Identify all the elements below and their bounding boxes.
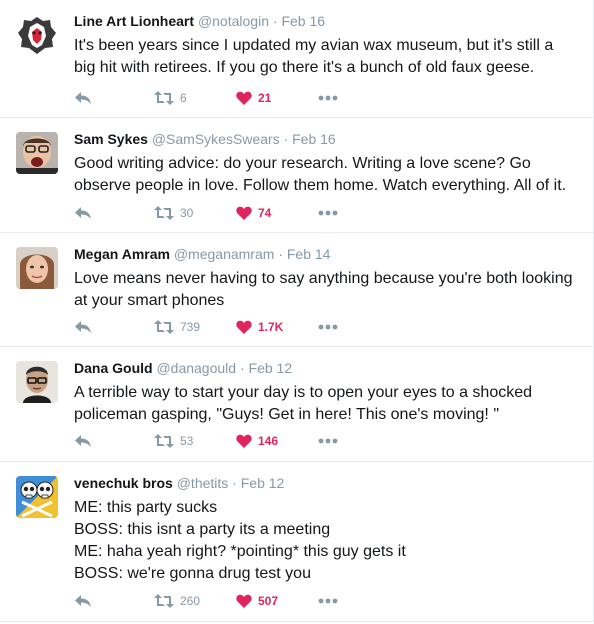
retweet-count: 30 bbox=[180, 206, 194, 220]
tweet[interactable]: venechuk bros @thetits · Feb 12 ME: this… bbox=[0, 462, 593, 622]
reply-button[interactable] bbox=[74, 89, 92, 107]
author-handle[interactable]: @SamSykesSwears bbox=[152, 131, 280, 147]
tweet[interactable]: Line Art Lionheart @notalogin · Feb 16 I… bbox=[0, 0, 593, 118]
tweet-text: Love means never having to say anything … bbox=[74, 268, 579, 312]
author-name[interactable]: Line Art Lionheart bbox=[74, 13, 194, 29]
tweet-text: ME: this party sucks BOSS: this isnt a p… bbox=[74, 497, 579, 585]
tweet-timestamp[interactable]: Feb 16 bbox=[292, 131, 336, 147]
tweet-text-line: Good writing advice: do your research. W… bbox=[74, 155, 531, 172]
more-dots-icon bbox=[318, 598, 338, 604]
author-name[interactable]: Sam Sykes bbox=[74, 131, 148, 147]
retweet-icon bbox=[154, 320, 174, 334]
reply-button[interactable] bbox=[74, 432, 92, 450]
retweet-button[interactable]: 260 bbox=[154, 592, 200, 610]
retweet-count: 6 bbox=[180, 91, 187, 105]
tweet[interactable]: Dana Gould @danagould · Feb 12 A terribl… bbox=[0, 347, 593, 462]
like-count: 21 bbox=[258, 91, 272, 105]
reply-icon bbox=[75, 92, 91, 104]
tweet-timestamp[interactable]: Feb 12 bbox=[241, 475, 285, 491]
more-button[interactable] bbox=[318, 432, 338, 450]
avatar[interactable] bbox=[16, 247, 58, 289]
more-dots-icon bbox=[318, 210, 338, 216]
tweet-text-line: Love means never having to say anything … bbox=[74, 270, 573, 287]
retweet-count: 53 bbox=[180, 434, 194, 448]
separator-dot: · bbox=[283, 131, 289, 147]
retweet-icon bbox=[154, 91, 174, 105]
like-count: 146 bbox=[258, 434, 279, 448]
tweet-timestamp[interactable]: Feb 12 bbox=[249, 360, 293, 376]
author-handle[interactable]: @thetits bbox=[177, 475, 229, 491]
heart-icon bbox=[236, 434, 252, 448]
more-button[interactable] bbox=[318, 204, 338, 222]
avatar[interactable] bbox=[16, 14, 58, 56]
heart-icon bbox=[236, 594, 252, 608]
more-button[interactable] bbox=[318, 592, 338, 610]
more-button[interactable] bbox=[318, 318, 338, 336]
more-dots-icon bbox=[318, 438, 338, 444]
reply-button[interactable] bbox=[74, 318, 92, 336]
avatar[interactable] bbox=[16, 132, 58, 174]
retweet-count: 260 bbox=[180, 594, 201, 608]
author-handle[interactable]: @meganamram bbox=[174, 246, 275, 262]
author-handle[interactable]: @notalogin bbox=[198, 13, 269, 29]
avatar[interactable] bbox=[16, 361, 58, 403]
reply-icon bbox=[75, 321, 91, 333]
reply-icon bbox=[75, 435, 91, 447]
like-button[interactable]: 507 bbox=[236, 592, 278, 610]
like-count: 74 bbox=[258, 206, 272, 220]
tweet-text: Good writing advice: do your research. W… bbox=[74, 153, 579, 197]
tweet-text-line: ME: this party sucks bbox=[74, 499, 218, 516]
avatar[interactable] bbox=[16, 476, 58, 518]
more-dots-icon bbox=[318, 324, 338, 330]
tweet-timestamp[interactable]: Feb 14 bbox=[287, 246, 331, 262]
tweet-text-line: BOSS: this isnt a party its a meeting bbox=[74, 521, 331, 538]
tweet-text-line: ME: haha yeah right? *pointing* this guy… bbox=[74, 543, 406, 560]
retweet-button[interactable]: 30 bbox=[154, 204, 193, 222]
heart-icon bbox=[236, 320, 252, 334]
retweet-button[interactable]: 53 bbox=[154, 432, 193, 450]
like-button[interactable]: 74 bbox=[236, 204, 271, 222]
tweet-text-line: observe people in love. Follow them home… bbox=[74, 177, 567, 194]
author-name[interactable]: venechuk bros bbox=[74, 475, 173, 491]
tweet-text-line: at your smart phones bbox=[74, 292, 225, 309]
retweet-icon bbox=[154, 206, 174, 220]
author-name[interactable]: Dana Gould bbox=[74, 360, 153, 376]
like-button[interactable]: 1.7K bbox=[236, 318, 283, 336]
separator-dot: · bbox=[232, 475, 237, 491]
heart-icon bbox=[236, 91, 252, 105]
retweet-button[interactable]: 6 bbox=[154, 89, 187, 107]
tweet-text: It's been years since I updated my avian… bbox=[74, 35, 579, 79]
retweet-icon bbox=[154, 594, 174, 608]
reply-icon bbox=[75, 207, 91, 219]
like-button[interactable]: 146 bbox=[236, 432, 278, 450]
tweet-text: A terrible way to start your day is to o… bbox=[74, 382, 579, 426]
like-count: 507 bbox=[258, 594, 279, 608]
tweet-text-line: BOSS: we're gonna drug test you bbox=[74, 565, 311, 582]
tweet-text-line: big hit with retirees. If you go there i… bbox=[74, 59, 535, 76]
reply-icon bbox=[75, 595, 91, 607]
author-name[interactable]: Megan Amram bbox=[74, 246, 170, 262]
more-dots-icon bbox=[318, 95, 338, 101]
separator-dot: · bbox=[278, 246, 283, 262]
separator-dot: · bbox=[272, 13, 278, 29]
reply-button[interactable] bbox=[74, 592, 92, 610]
retweet-button[interactable]: 739 bbox=[154, 318, 200, 336]
like-button[interactable]: 21 bbox=[236, 89, 271, 107]
tweet-timeline: Line Art Lionheart @notalogin · Feb 16 I… bbox=[0, 0, 594, 622]
tweet-timestamp[interactable]: Feb 16 bbox=[281, 13, 325, 29]
reply-button[interactable] bbox=[74, 204, 92, 222]
tweet-text-line: A terrible way to start your day is to o… bbox=[74, 384, 533, 401]
tweet-text-line: It's been years since I updated my avian… bbox=[74, 37, 554, 54]
separator-dot: · bbox=[239, 360, 245, 376]
like-count: 1.7K bbox=[258, 320, 284, 334]
tweet[interactable]: Megan Amram @meganamram · Feb 14 Love me… bbox=[0, 233, 593, 347]
more-button[interactable] bbox=[318, 89, 338, 107]
tweet[interactable]: Sam Sykes @SamSykesSwears · Feb 16 Good … bbox=[0, 118, 593, 233]
tweet-text-line: policeman gasping, "Guys! Get in here! T… bbox=[74, 406, 499, 423]
author-handle[interactable]: @danagould bbox=[156, 360, 236, 376]
heart-icon bbox=[236, 206, 252, 220]
retweet-icon bbox=[154, 434, 174, 448]
retweet-count: 739 bbox=[180, 320, 201, 334]
